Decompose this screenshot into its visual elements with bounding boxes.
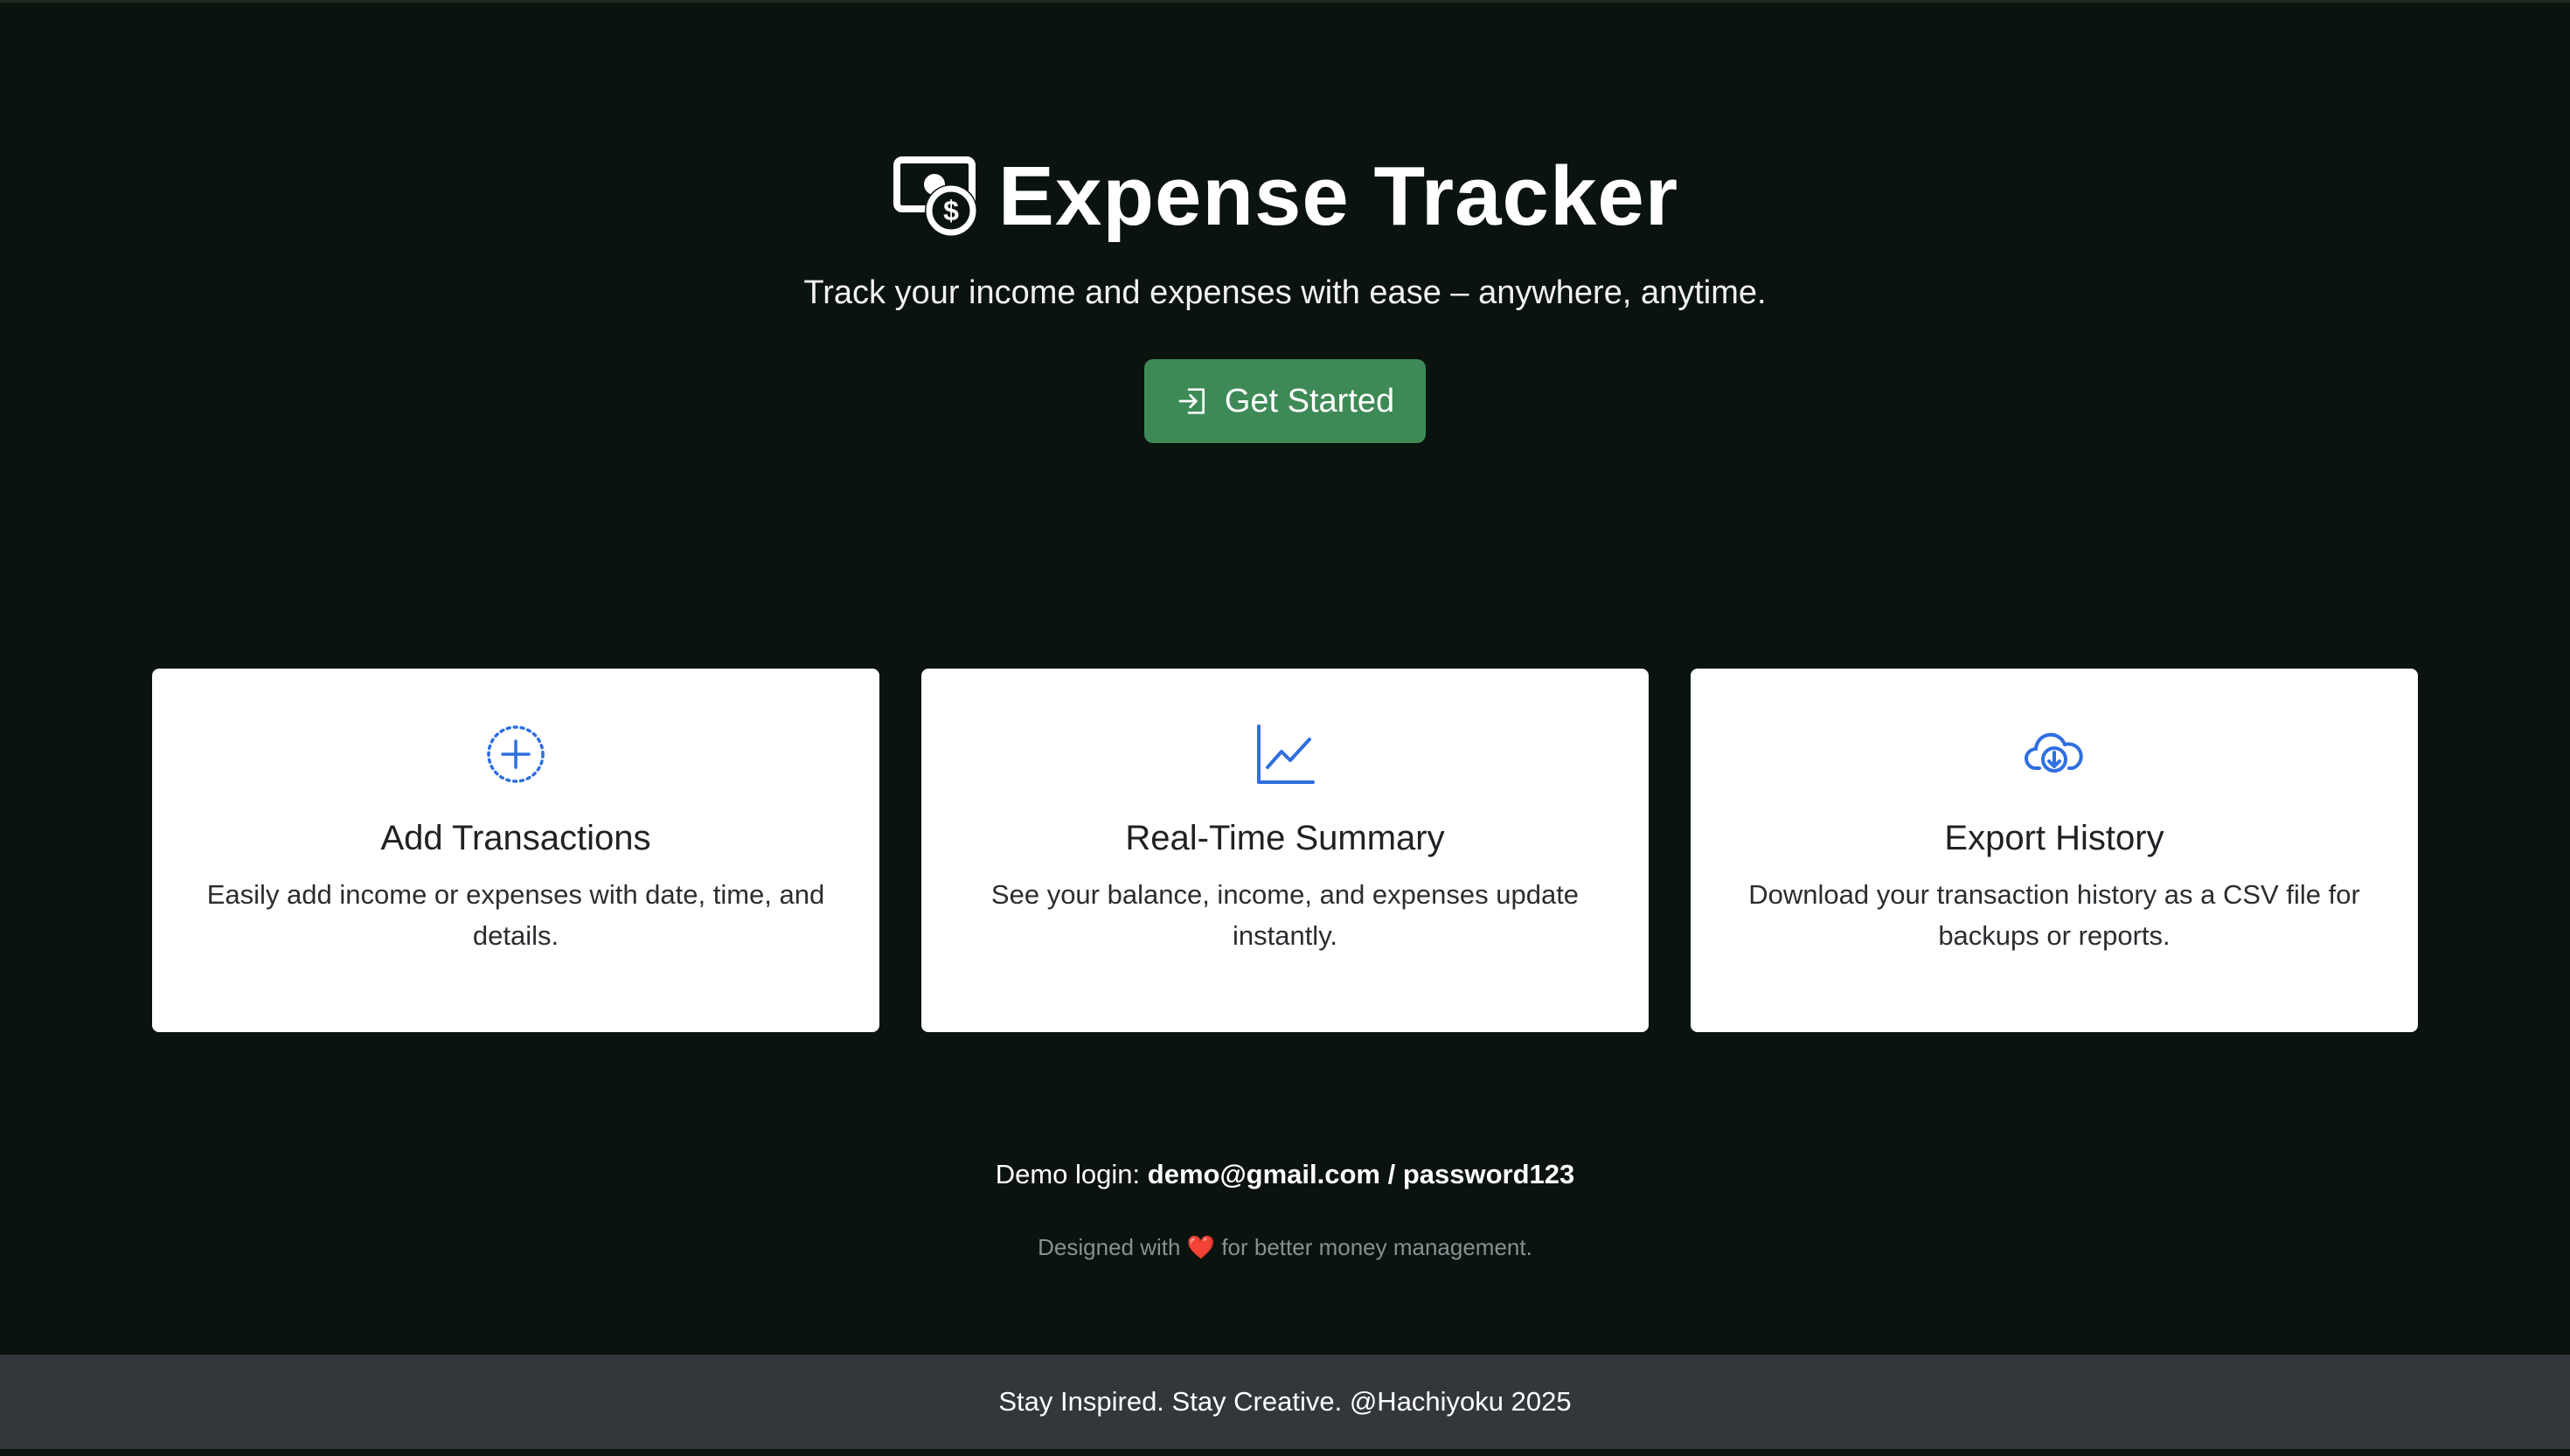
demo-login-credentials: demo@gmail.com / password123 [1147, 1159, 1575, 1189]
cloud-download-icon [2023, 723, 2086, 786]
plus-circle-dotted-icon [484, 723, 547, 786]
demo-login-info: Demo login: demo@gmail.com / password123 [0, 1159, 2570, 1190]
feature-card-export-history: Export History Download your transaction… [1691, 669, 2418, 1032]
designed-suffix: for better money management. [1221, 1234, 1532, 1260]
feature-description: Download your transaction history as a C… [1748, 879, 2360, 951]
feature-title: Add Transactions [380, 819, 651, 857]
heart-icon: ❤️ [1186, 1234, 1216, 1260]
designed-with-note: Designed with ❤️ for better money manage… [0, 1234, 2570, 1261]
bottom-strip [0, 1449, 2570, 1456]
page-title: Expense Tracker [997, 149, 1679, 243]
get-started-button[interactable]: Get Started [1143, 359, 1427, 443]
feature-card-real-time-summary: Real-Time Summary See your balance, inco… [921, 669, 1649, 1032]
landing-page: $ Expense Tracker Track your income and … [0, 0, 2570, 1456]
get-started-label: Get Started [1224, 382, 1395, 419]
demo-login-label: Demo login: [995, 1159, 1141, 1189]
feature-description: Easily add income or expenses with date,… [206, 879, 825, 951]
hero-title-row: $ Expense Tracker [0, 140, 2570, 253]
top-border [0, 0, 2570, 3]
line-chart-icon [1254, 723, 1316, 786]
footer: Stay Inspired. Stay Creative. @Hachiyoku… [0, 1355, 2570, 1449]
cta-wrapper: Get Started [0, 359, 2570, 443]
svg-text:$: $ [943, 195, 959, 226]
login-icon [1176, 384, 1211, 419]
feature-title: Export History [1944, 819, 2164, 857]
designed-prefix: Designed with [1038, 1234, 1181, 1260]
footer-text: Stay Inspired. Stay Creative. @Hachiyoku… [998, 1386, 1572, 1417]
feature-description: See your balance, income, and expenses u… [990, 879, 1580, 951]
feature-title: Real-Time Summary [1125, 819, 1445, 857]
features-section: Add Transactions Easily add income or ex… [152, 669, 2418, 1032]
hero-section: $ Expense Tracker Track your income and … [0, 140, 2570, 443]
money-bill-dollar-icon: $ [892, 151, 983, 242]
feature-card-add-transactions: Add Transactions Easily add income or ex… [152, 669, 879, 1032]
hero-subtitle: Track your income and expenses with ease… [803, 274, 1767, 311]
